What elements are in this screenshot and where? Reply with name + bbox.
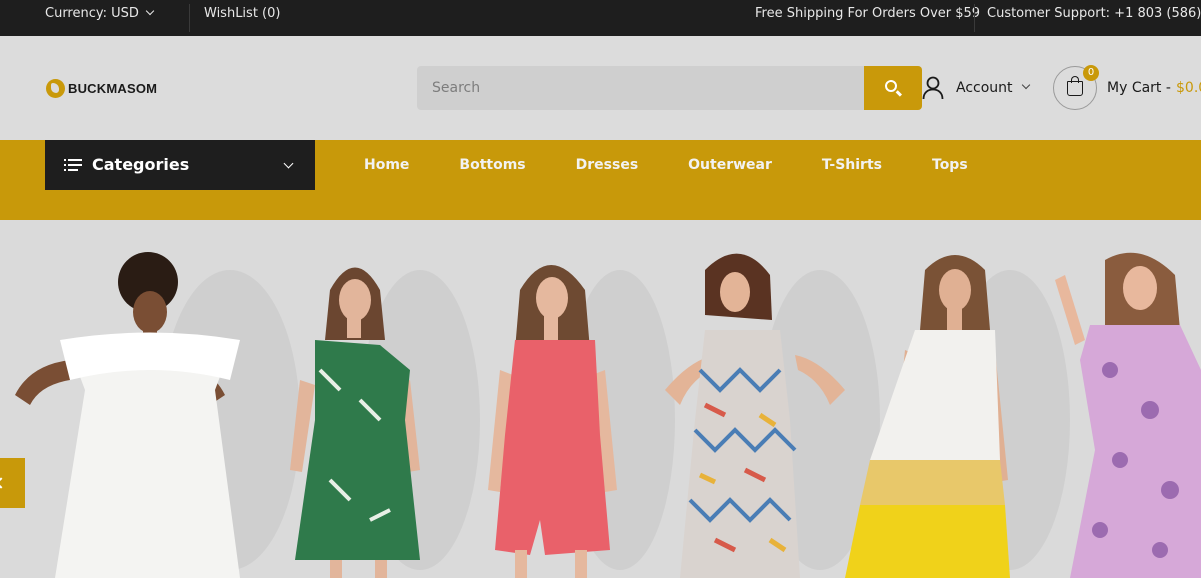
customer-support-text: Customer Support: +1 803 (586)-90 [987,6,1201,21]
model-green-dress [290,267,480,578]
top-bar: Currency: USD WishList (0) Free Shipping… [0,0,1201,36]
model-pink-romper [488,265,675,578]
logo-text: BUCKMASOM [68,80,158,96]
logo[interactable]: BUCKMASOM [46,78,157,98]
carousel-prev-button[interactable] [0,458,25,508]
search-icon [885,80,897,92]
nav-item-bottoms[interactable]: Bottoms [459,140,525,190]
cart-icon-wrap: 0 [1053,65,1099,110]
nav-item-home[interactable]: Home [364,140,409,190]
chevron-down-icon [283,158,294,169]
search-input[interactable] [417,66,864,110]
cart-total: $0.0 [1176,80,1201,96]
hero-image [15,252,1201,578]
categories-label: Categories [92,155,190,174]
nav-item-outerwear[interactable]: Outerwear [688,140,772,190]
model-floral-dress [1055,252,1201,578]
cart-label: My Cart - [1107,80,1171,96]
nav-menu: Home Bottoms Dresses Outerwear T-Shirts … [364,140,1018,190]
divider [189,4,190,32]
lion-head-icon [46,78,65,98]
account-label: Account [956,80,1013,96]
chevron-left-icon [0,477,7,489]
site-header: BUCKMASOM Account 0 My Cart - $0.0 [0,36,1201,140]
cart-button[interactable]: 0 My Cart - $0.0 [1053,65,1201,110]
search-button[interactable] [864,66,922,110]
list-menu-icon [64,159,82,172]
nav-item-t-shirts[interactable]: T-Shirts [822,140,882,190]
currency-selector[interactable]: Currency: USD [45,0,155,36]
currency-label: Currency: USD [45,6,139,21]
model-white-dress [15,252,300,578]
nav-item-dresses[interactable]: Dresses [576,140,639,190]
categories-button[interactable]: Categories [45,140,315,190]
shopping-bag-icon [1067,76,1083,96]
wishlist-link[interactable]: WishList (0) [204,0,280,36]
shipping-notice: Free Shipping For Orders Over $59 [755,6,981,21]
chevron-down-icon [1021,80,1030,90]
divider [974,4,975,32]
search-bar [417,66,922,110]
chevron-down-icon [145,6,155,16]
hero-banner [0,220,1201,578]
cart-count-badge: 0 [1083,65,1099,81]
account-menu[interactable]: Account [922,76,1030,100]
main-nav: Categories Home Bottoms Dresses Outerwea… [0,140,1201,220]
model-print-dress [665,253,880,578]
nav-item-tops[interactable]: Tops [932,140,968,190]
user-icon [922,76,944,100]
